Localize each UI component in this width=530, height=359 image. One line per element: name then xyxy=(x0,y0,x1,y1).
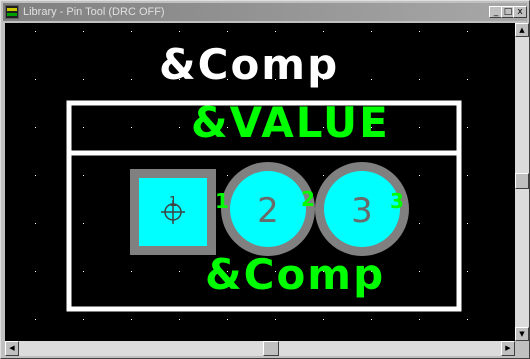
grid-dot xyxy=(275,31,276,32)
comp-label-bottom[interactable]: &Comp xyxy=(205,250,385,299)
horizontal-scroll-thumb[interactable] xyxy=(263,341,279,356)
scroll-left-button[interactable]: ◀ xyxy=(5,341,19,356)
grid-dot xyxy=(419,319,420,320)
grid-dot xyxy=(131,127,132,128)
grid-dot xyxy=(35,175,36,176)
grid-dot xyxy=(227,319,228,320)
grid-dot xyxy=(275,319,276,320)
pad-2-number: 2 xyxy=(257,191,279,231)
grid-dot xyxy=(467,223,468,224)
grid-dot xyxy=(131,271,132,272)
grid-dot xyxy=(83,175,84,176)
grid-dot xyxy=(467,79,468,80)
footprint-drawing: 1 2 3 1 2 3 &Comp &VALUE &Comp xyxy=(35,31,468,320)
grid-dot xyxy=(323,31,324,32)
footprint-canvas[interactable]: 1 2 3 1 2 3 &Comp &VALUE &Comp xyxy=(5,23,515,341)
grid-dot xyxy=(371,79,372,80)
grid-dot xyxy=(419,79,420,80)
scroll-down-button[interactable]: ▼ xyxy=(515,327,529,341)
horizontal-scrollbar[interactable]: ◀ ▶ xyxy=(5,341,515,356)
grid-dot xyxy=(323,175,324,176)
app-icon[interactable] xyxy=(5,5,19,19)
grid-dot xyxy=(419,31,420,32)
grid-dot xyxy=(227,31,228,32)
comp-label-top[interactable]: &Comp xyxy=(159,40,339,89)
grid-dot xyxy=(179,127,180,128)
grid-dot xyxy=(179,319,180,320)
grid-dot xyxy=(419,127,420,128)
pad-3-number: 3 xyxy=(351,191,373,231)
grid-dot xyxy=(323,319,324,320)
window-title: Library - Pin Tool (DRC OFF) xyxy=(23,6,165,18)
grid-dot xyxy=(467,175,468,176)
scrollbar-corner xyxy=(515,341,529,356)
grid-dot xyxy=(35,127,36,128)
title-bar[interactable]: Library - Pin Tool (DRC OFF) _ □ x xyxy=(3,3,527,21)
grid-dot xyxy=(35,319,36,320)
grid-dot xyxy=(467,127,468,128)
grid-dot xyxy=(35,79,36,80)
grid-dot xyxy=(83,223,84,224)
close-button[interactable]: x xyxy=(513,6,527,18)
grid-dot xyxy=(35,223,36,224)
grid-dot xyxy=(467,31,468,32)
grid-dot xyxy=(83,271,84,272)
grid-dot xyxy=(131,79,132,80)
grid-dot xyxy=(83,127,84,128)
scroll-up-button[interactable]: ▲ xyxy=(515,23,529,37)
pin-marker-2: 2 xyxy=(301,187,315,211)
grid-dot xyxy=(131,31,132,32)
grid-dot xyxy=(467,319,468,320)
grid-dot xyxy=(131,319,132,320)
vertical-scroll-thumb[interactable] xyxy=(515,173,529,189)
pin-tool-window: Library - Pin Tool (DRC OFF) _ □ x 1 2 3 xyxy=(0,0,530,359)
grid-dot xyxy=(419,223,420,224)
pin-marker-1: 1 xyxy=(215,189,229,213)
grid-dot xyxy=(419,271,420,272)
grid-dot xyxy=(179,271,180,272)
grid-dot xyxy=(83,79,84,80)
grid-dot xyxy=(371,31,372,32)
grid-dot xyxy=(467,271,468,272)
grid-dot xyxy=(83,31,84,32)
grid-dot xyxy=(35,271,36,272)
grid-dot xyxy=(371,319,372,320)
grid-dot xyxy=(83,319,84,320)
value-label[interactable]: &VALUE xyxy=(191,98,390,147)
scroll-right-button[interactable]: ▶ xyxy=(501,341,515,356)
grid-dot xyxy=(227,175,228,176)
grid-dot xyxy=(419,175,420,176)
pad-1-number: 1 xyxy=(169,195,177,210)
pin-marker-3: 3 xyxy=(390,189,404,213)
grid-dot xyxy=(35,31,36,32)
grid-dot xyxy=(179,31,180,32)
vertical-scrollbar[interactable]: ▲ ▼ xyxy=(515,23,529,341)
